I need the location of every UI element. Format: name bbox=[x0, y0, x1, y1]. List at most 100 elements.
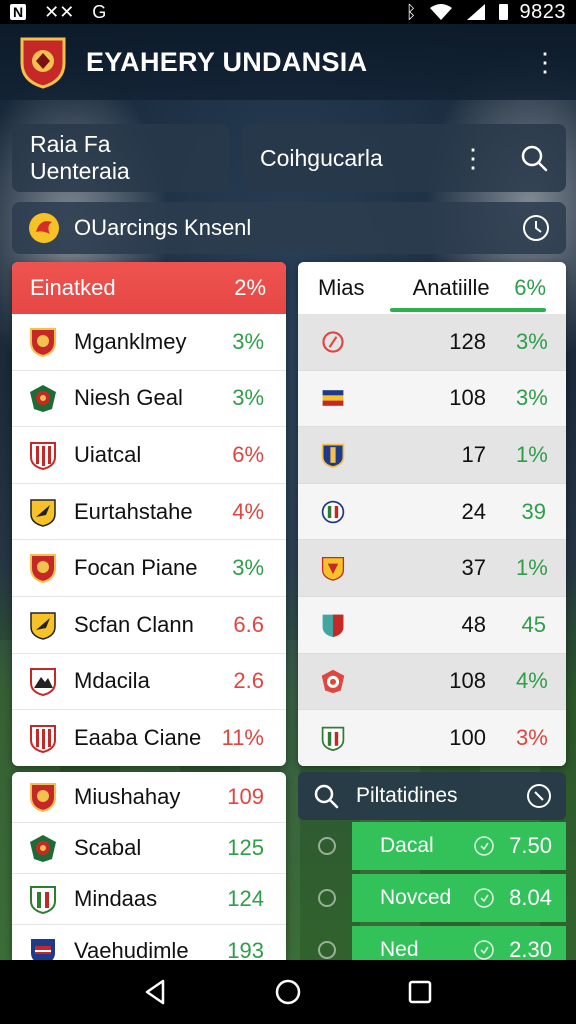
prediction-name: Ned bbox=[380, 938, 419, 961]
stats-header-col1: Mias bbox=[318, 275, 365, 300]
crest-blue-yellow-icon bbox=[322, 390, 344, 407]
stats-number: 100 bbox=[449, 724, 486, 750]
stats-number: 37 bbox=[461, 555, 486, 581]
notification-x-icon: ✕✕ bbox=[44, 1, 75, 22]
prediction-row[interactable]: Novced 8.04 bbox=[298, 874, 566, 922]
prediction-row[interactable]: Dacal 7.50 bbox=[298, 822, 566, 870]
active-tab-indicator bbox=[390, 308, 546, 312]
app-logo-crest-icon bbox=[20, 37, 66, 89]
search-icon[interactable] bbox=[520, 144, 548, 172]
stats-number: 17 bbox=[461, 441, 486, 467]
crest-mountain-icon bbox=[30, 668, 56, 697]
crest-green-white-icon bbox=[321, 726, 345, 751]
league-selector[interactable]: OUarcings Knsenl bbox=[12, 202, 566, 254]
team-row[interactable]: Miushahay 109 bbox=[12, 772, 286, 823]
team-row[interactable]: Scfan Clann 6.6 bbox=[12, 597, 286, 654]
crest-green-red-icon bbox=[30, 385, 56, 413]
filter-options-icon[interactable]: ⋮ bbox=[460, 143, 486, 174]
crest-red-ring-icon bbox=[322, 331, 344, 353]
team-name: Mindaas bbox=[74, 886, 158, 911]
stats-row[interactable]: 108 4% bbox=[298, 653, 566, 711]
wifi-icon bbox=[429, 4, 452, 20]
predictions-clock-icon[interactable] bbox=[526, 783, 552, 809]
stats-value: 1% bbox=[516, 441, 548, 467]
team-name: Eaaba Ciane bbox=[74, 725, 202, 751]
prediction-odd: 7.50 bbox=[509, 833, 552, 858]
filter-dropdown-primary[interactable]: Raia Fa Uenteraia bbox=[12, 124, 229, 192]
team-value: 125 bbox=[227, 835, 264, 860]
crest-red-gold-icon bbox=[30, 327, 56, 357]
bluetooth-icon: ᛒ bbox=[405, 1, 417, 22]
team-name: Vaehudimle bbox=[74, 937, 189, 961]
prediction-pill[interactable]: Novced 8.04 bbox=[352, 874, 566, 922]
team-value: 193 bbox=[227, 937, 264, 961]
stats-row[interactable]: 108 3% bbox=[298, 370, 566, 428]
stats-row[interactable]: 100 3% bbox=[298, 710, 566, 766]
app-title: EYAHERY UNDANSIA bbox=[86, 46, 368, 77]
prediction-radio[interactable] bbox=[318, 837, 336, 855]
stats-value: 39 bbox=[521, 498, 546, 524]
clock-time: 9823 bbox=[519, 0, 566, 23]
signal-icon bbox=[466, 4, 485, 20]
stats-row[interactable]: 24 39 bbox=[298, 483, 566, 541]
team-row[interactable]: Uiatcal 6% bbox=[12, 427, 286, 484]
stats-value: 3% bbox=[516, 724, 548, 750]
crest-green-white-icon bbox=[30, 886, 56, 914]
crest-red-stripes-icon bbox=[30, 725, 56, 754]
predictions-search-icon[interactable] bbox=[312, 782, 340, 810]
stats-number: 108 bbox=[449, 385, 486, 411]
team-row[interactable]: Vaehudimle 193 bbox=[12, 925, 286, 960]
crest-red-cs-icon bbox=[321, 670, 345, 694]
team-name: Mganklmey bbox=[74, 328, 187, 354]
stats-header[interactable]: Mias Anatiille 6% bbox=[298, 262, 566, 314]
home-icon[interactable] bbox=[273, 977, 303, 1007]
league-name: OUarcings Knsenl bbox=[74, 215, 252, 240]
team-row[interactable]: Mganklmey 3% bbox=[12, 314, 286, 371]
back-icon[interactable] bbox=[141, 977, 171, 1007]
stats-row[interactable]: 37 1% bbox=[298, 540, 566, 597]
team-value: 6% bbox=[232, 441, 264, 467]
prediction-radio[interactable] bbox=[318, 941, 336, 959]
prediction-radio[interactable] bbox=[318, 889, 336, 907]
team-row[interactable]: Mindaas 124 bbox=[12, 874, 286, 925]
team-row[interactable]: Focan Piane 3% bbox=[12, 540, 286, 597]
prediction-name: Novced bbox=[380, 886, 452, 909]
stats-header-pct: 6% bbox=[514, 275, 546, 300]
stats-number: 24 bbox=[461, 498, 486, 524]
team-row[interactable]: Eurtahstahe 4% bbox=[12, 484, 286, 541]
crest-green-red-icon bbox=[30, 835, 56, 862]
stats-row[interactable]: 48 45 bbox=[298, 596, 566, 654]
team-name: Scfan Clann bbox=[74, 611, 194, 637]
crest-red-gold-icon bbox=[30, 554, 56, 584]
crest-blue-red-icon bbox=[31, 938, 55, 960]
team-value: 6.6 bbox=[233, 611, 264, 637]
team-name: Uiatcal bbox=[74, 441, 142, 467]
team-name: Niesh Geal bbox=[74, 385, 183, 411]
crest-green-red-white-icon bbox=[321, 500, 345, 523]
stats-value: 3% bbox=[516, 385, 548, 411]
stats-row[interactable]: 128 3% bbox=[298, 314, 566, 371]
standings-header[interactable]: Einatked 2% bbox=[12, 262, 286, 314]
team-name: Mdacila bbox=[74, 668, 150, 694]
team-row[interactable]: Niesh Geal 3% bbox=[12, 371, 286, 428]
team-value: 3% bbox=[232, 328, 264, 354]
team-row[interactable]: Mdacila 2.6 bbox=[12, 654, 286, 711]
team-value: 124 bbox=[227, 886, 264, 911]
odds-icon bbox=[474, 888, 494, 908]
team-name: Scabal bbox=[74, 835, 142, 860]
stats-row[interactable]: 17 1% bbox=[298, 427, 566, 484]
overflow-menu-icon[interactable]: ⋮ bbox=[530, 49, 560, 75]
filter-dropdown-secondary[interactable]: Coihgucarla ⋮ bbox=[242, 124, 566, 192]
stats-value: 4% bbox=[516, 668, 548, 694]
predictions-title: Piltatidines bbox=[356, 784, 458, 807]
crest-blue-gold-icon bbox=[321, 443, 345, 469]
prediction-pill[interactable]: Dacal 7.50 bbox=[352, 822, 566, 870]
team-row[interactable]: Eaaba Ciane 11% bbox=[12, 710, 286, 766]
team-row[interactable]: Scabal 125 bbox=[12, 823, 286, 874]
predictions-header[interactable]: Piltatidines bbox=[298, 772, 566, 820]
clock-icon[interactable] bbox=[522, 214, 550, 242]
recents-icon[interactable] bbox=[405, 977, 435, 1007]
battery-icon bbox=[498, 4, 508, 20]
prediction-odd: 8.04 bbox=[509, 885, 552, 910]
team-value: 4% bbox=[232, 498, 264, 524]
